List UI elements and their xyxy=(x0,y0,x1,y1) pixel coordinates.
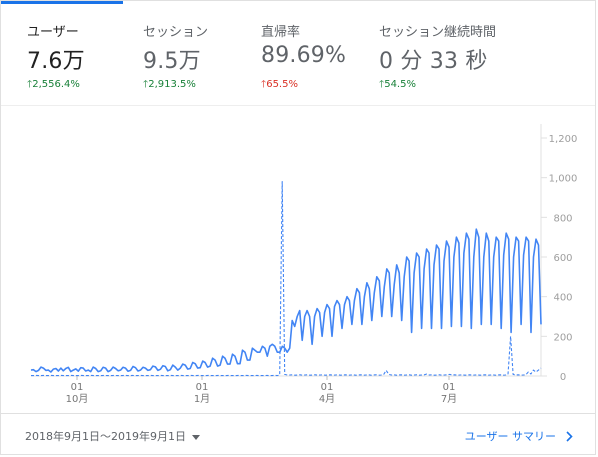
x-tick-day-label: 01 xyxy=(196,382,209,393)
x-tick-day-label: 01 xyxy=(443,382,456,393)
metric-delta: 🡑2,556.4% xyxy=(27,77,80,94)
metric-tab-session-duration[interactable]: セッション継続時間 0 分 33 秒 🡑54.5% xyxy=(355,1,597,105)
audience-overview-card: ユーザー 7.6万 🡑2,556.4% セッション 9.5万 🡑2,913.5%… xyxy=(0,0,596,455)
metric-value: 0 分 33 秒 xyxy=(379,49,488,74)
metric-tab-users[interactable]: ユーザー 7.6万 🡑2,556.4% xyxy=(1,1,123,105)
x-tick-month-label: 4月 xyxy=(319,393,335,405)
metric-delta: 🡑54.5% xyxy=(379,77,416,94)
x-tick-day-label: 01 xyxy=(71,382,84,393)
metric-value: 9.5万 xyxy=(143,49,201,74)
metric-label: 直帰率 xyxy=(261,25,301,40)
metric-value: 7.6万 xyxy=(27,49,85,74)
metric-label: セッション xyxy=(143,25,209,40)
metric-delta-value: 54.5% xyxy=(384,79,416,90)
y-tick-label: 1,000 xyxy=(549,174,578,185)
series-line-primary xyxy=(30,228,542,373)
series-line-comparison xyxy=(31,181,542,377)
x-tick-day-label: 01 xyxy=(321,382,334,393)
active-tab-indicator xyxy=(1,1,123,4)
y-tick-label: 200 xyxy=(553,332,572,343)
metric-tab-bounce-rate[interactable]: 直帰率 89.69% 🡑65.5% xyxy=(237,1,355,105)
users-line-chart: 02004006008001,0001,2000110月011月014月017月 xyxy=(30,124,578,405)
metric-delta-value: 2,556.4% xyxy=(32,79,80,90)
metric-delta-value: 65.5% xyxy=(266,79,298,90)
y-tick-label: 400 xyxy=(553,293,572,304)
y-tick-label: 800 xyxy=(553,213,572,224)
chevron-right-icon xyxy=(566,431,573,442)
x-tick-month-label: 7月 xyxy=(441,393,457,405)
user-summary-label: ユーザー サマリー xyxy=(464,430,556,443)
metric-tabs: ユーザー 7.6万 🡑2,556.4% セッション 9.5万 🡑2,913.5%… xyxy=(1,1,595,105)
date-range-selector[interactable]: 2018年9月1日～2019年9月1日 xyxy=(25,428,200,444)
user-summary-link[interactable]: ユーザー サマリー xyxy=(465,428,573,444)
metric-delta: 🡑2,913.5% xyxy=(143,77,196,94)
x-tick-month-label: 1月 xyxy=(194,393,210,405)
x-tick-month-label: 10月 xyxy=(66,393,89,405)
metric-label: セッション継続時間 xyxy=(379,25,497,40)
metric-delta-value: 2,913.5% xyxy=(148,79,196,90)
metric-tab-sessions[interactable]: セッション 9.5万 🡑2,913.5% xyxy=(123,1,237,105)
caret-down-icon xyxy=(191,434,200,440)
card-footer: 2018年9月1日～2019年9月1日 ユーザー サマリー xyxy=(1,413,595,456)
date-range-label: 2018年9月1日～2019年9月1日 xyxy=(25,430,186,443)
metric-label: ユーザー xyxy=(27,25,79,40)
y-tick-label: 0 xyxy=(560,372,566,383)
y-tick-label: 1,200 xyxy=(549,134,578,145)
metric-delta: 🡑65.5% xyxy=(261,77,298,94)
y-tick-label: 600 xyxy=(553,253,572,264)
metric-value: 89.69% xyxy=(261,43,347,68)
